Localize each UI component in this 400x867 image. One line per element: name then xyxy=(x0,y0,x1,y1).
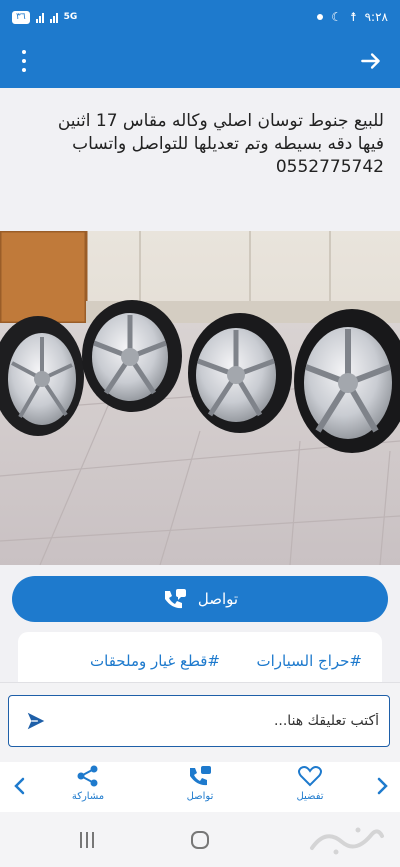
wheels-image xyxy=(0,231,400,565)
post-line-2: فيها دقه بسيطه وتم تعديلها للتواصل واتسا… xyxy=(72,134,384,154)
contact-button-label: تواصل xyxy=(197,590,239,608)
more-vertical-icon[interactable] xyxy=(18,50,30,72)
post-phone: 0552775742 xyxy=(275,157,384,177)
share-icon xyxy=(77,765,98,787)
phone-chat-icon xyxy=(164,589,186,609)
signal-icon xyxy=(35,12,44,23)
home-icon[interactable] xyxy=(190,830,210,850)
status-right: ☾ ☨ ٩:٢٨ xyxy=(317,10,388,24)
share-label: مشاركة xyxy=(71,791,105,802)
battery-icon: ٣٦ xyxy=(12,10,30,24)
comment-box xyxy=(8,695,390,747)
actions-bar: مشاركة تواصل تفضيل xyxy=(0,762,400,812)
status-time: ٩:٢٨ xyxy=(364,10,388,24)
status-left-icons: ٣٦ 5G xyxy=(12,10,78,24)
contact-action-button[interactable]: تواصل xyxy=(160,764,240,802)
contact-button[interactable]: تواصل xyxy=(12,576,388,622)
system-nav-bar xyxy=(0,812,400,867)
comment-input[interactable] xyxy=(57,696,379,745)
favorite-button[interactable]: تفضيل xyxy=(270,764,350,802)
contact-action-label: تواصل xyxy=(186,791,214,802)
tag-spare-parts[interactable]: #قطع غيار وملحقات xyxy=(90,652,220,670)
post-description: للبيع جنوط توسان اصلي وكاله مقاس 17 اثني… xyxy=(16,110,384,179)
chevron-right-icon[interactable] xyxy=(372,774,392,798)
tag-car-market[interactable]: #حراج السيارات xyxy=(257,652,362,670)
share-button[interactable]: مشاركة xyxy=(48,764,128,802)
status-bar: ٣٦ 5G ☾ ☨ ٩:٢٨ xyxy=(0,0,400,34)
notification-dot-icon xyxy=(317,14,324,20)
wheel-3 xyxy=(188,313,292,433)
network-type: 5G xyxy=(63,12,78,22)
comment-area xyxy=(0,682,400,762)
accessibility-icon: ☨ xyxy=(350,10,357,24)
chevron-left-icon[interactable] xyxy=(10,774,30,798)
phone-chat-icon xyxy=(190,766,211,786)
send-icon[interactable] xyxy=(25,710,47,732)
post-line-1: للبيع جنوط توسان اصلي وكاله مقاس 17 اثني… xyxy=(57,111,384,131)
recent-apps-icon[interactable] xyxy=(78,830,96,850)
haraj-logo-watermark xyxy=(310,827,384,855)
moon-icon: ☾ xyxy=(331,10,343,24)
post-photo[interactable] xyxy=(0,231,400,565)
heart-icon xyxy=(298,766,322,787)
wheel-2 xyxy=(82,300,182,412)
signal-icon-2 xyxy=(49,12,58,23)
arrow-right-icon[interactable] xyxy=(358,48,384,74)
app-bar xyxy=(0,34,400,88)
favorite-label: تفضيل xyxy=(296,791,324,802)
